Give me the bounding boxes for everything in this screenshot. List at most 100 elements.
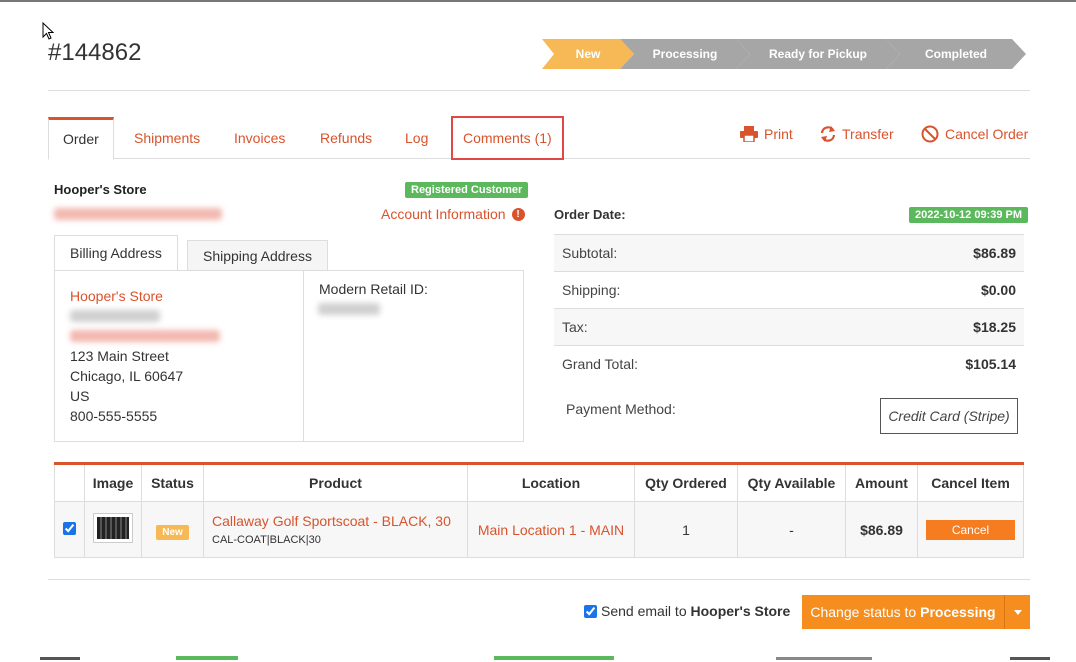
address-divider bbox=[303, 270, 304, 442]
totals-table: Subtotal: $86.89 Shipping: $0.00 Tax: $1… bbox=[554, 234, 1024, 382]
subtotal-label: Subtotal: bbox=[562, 245, 618, 261]
transfer-icon bbox=[820, 126, 836, 142]
tab-billing-address[interactable]: Billing Address bbox=[54, 235, 178, 271]
tab-log[interactable]: Log bbox=[405, 117, 428, 159]
tax-row: Tax: $18.25 bbox=[554, 308, 1024, 345]
tab-comments[interactable]: Comments (1) bbox=[451, 116, 564, 160]
grand-total-row: Grand Total: $105.14 bbox=[554, 345, 1024, 382]
payment-method-value: Credit Card (Stripe) bbox=[880, 398, 1018, 434]
order-date-label: Order Date: bbox=[554, 207, 626, 222]
order-date-badge: 2022-10-12 09:39 PM bbox=[909, 207, 1029, 223]
row-product-cell: Callaway Golf Sportscoat - BLACK, 30 CAL… bbox=[203, 501, 468, 558]
redacted-email bbox=[54, 208, 222, 220]
billing-city: Chicago, IL 60647 bbox=[70, 368, 184, 384]
payment-method-label: Payment Method: bbox=[566, 401, 676, 417]
cancel-order-label: Cancel Order bbox=[945, 126, 1029, 142]
billing-phone: 800-555-5555 bbox=[70, 408, 158, 424]
send-email-store: Hooper's Store bbox=[690, 603, 791, 619]
background-row-fragment bbox=[776, 652, 872, 662]
cursor-icon bbox=[42, 22, 54, 40]
status-step-ready-for-pickup: Ready for Pickup bbox=[736, 39, 900, 69]
table-row: New Callaway Golf Sportscoat - BLACK, 30… bbox=[54, 501, 1024, 558]
order-number: #144862 bbox=[48, 39, 142, 66]
row-select-checkbox[interactable] bbox=[63, 521, 76, 535]
background-row-fragment bbox=[40, 652, 80, 662]
send-email-checkbox[interactable] bbox=[584, 604, 597, 618]
redacted-email bbox=[70, 330, 220, 342]
status-badge: New bbox=[156, 524, 189, 540]
col-cancel-item: Cancel Item bbox=[917, 463, 1024, 502]
tab-invoices[interactable]: Invoices bbox=[234, 117, 285, 159]
cancel-order-button[interactable]: Cancel Order bbox=[921, 117, 1028, 151]
amount-cell: $86.89 bbox=[845, 501, 918, 558]
product-link[interactable]: Callaway Golf Sportscoat - BLACK, 30 bbox=[212, 513, 467, 529]
tax-label: Tax: bbox=[562, 319, 588, 335]
shipping-label: Shipping: bbox=[562, 282, 621, 298]
redacted-retail-id bbox=[318, 303, 380, 315]
status-step-completed: Completed bbox=[886, 39, 1026, 69]
col-image: Image bbox=[84, 463, 142, 502]
divider bbox=[48, 579, 1030, 580]
print-button[interactable]: Print bbox=[740, 117, 793, 151]
qty-available-cell: - bbox=[737, 501, 846, 558]
tab-order[interactable]: Order bbox=[48, 117, 114, 160]
row-status-cell: New bbox=[141, 501, 204, 558]
col-status: Status bbox=[141, 463, 204, 502]
col-location: Location bbox=[467, 463, 635, 502]
cancel-icon bbox=[921, 125, 939, 143]
print-label: Print bbox=[764, 126, 793, 142]
product-thumbnail[interactable] bbox=[93, 513, 133, 543]
send-email-option[interactable]: Send email to Hooper's Store bbox=[584, 603, 790, 619]
status-step-new: New bbox=[542, 39, 634, 69]
shipping-row: Shipping: $0.00 bbox=[554, 271, 1024, 308]
col-select bbox=[54, 463, 85, 502]
change-status-target: Processing bbox=[920, 604, 996, 620]
status-progress: New Processing Ready for Pickup Complete… bbox=[542, 39, 1026, 69]
change-status-dropdown[interactable] bbox=[1004, 595, 1030, 629]
info-icon: ! bbox=[511, 207, 525, 221]
location-link[interactable]: Main Location 1 - MAIN bbox=[478, 522, 624, 538]
col-amount: Amount bbox=[845, 463, 918, 502]
redacted-contact bbox=[70, 310, 160, 322]
change-status-button[interactable]: Change status to Processing bbox=[802, 595, 1030, 629]
row-location-cell: Main Location 1 - MAIN bbox=[467, 501, 635, 558]
background-row-fragment bbox=[1010, 652, 1050, 662]
grand-total-value: $105.14 bbox=[965, 356, 1016, 372]
caret-down-icon bbox=[1013, 609, 1022, 615]
divider bbox=[48, 90, 1030, 91]
background-row-fragment bbox=[176, 652, 238, 662]
qty-ordered-cell: 1 bbox=[634, 501, 738, 558]
cancel-item-button[interactable]: Cancel bbox=[926, 519, 1015, 540]
send-email-prefix: Send email to bbox=[601, 603, 691, 619]
order-page: #144862 New Processing Ready for Pickup … bbox=[0, 0, 1076, 660]
product-sku: CAL-COAT|BLACK|30 bbox=[212, 534, 321, 546]
account-information-link[interactable]: Account Information ! bbox=[381, 206, 525, 222]
col-product: Product bbox=[203, 463, 468, 502]
billing-name: Hooper's Store bbox=[70, 288, 163, 304]
col-qty-ordered: Qty Ordered bbox=[634, 463, 738, 502]
background-row-fragment bbox=[494, 652, 614, 662]
tab-refunds[interactable]: Refunds bbox=[320, 117, 372, 159]
billing-country: US bbox=[70, 388, 90, 404]
change-status-main[interactable]: Change status to Processing bbox=[802, 595, 1004, 629]
account-information-label: Account Information bbox=[381, 206, 506, 222]
transfer-label: Transfer bbox=[842, 126, 894, 142]
order-items-table: Image Status Product Location Qty Ordere… bbox=[54, 462, 1024, 558]
billing-street: 123 Main Street bbox=[70, 348, 169, 364]
print-icon bbox=[740, 126, 758, 142]
col-qty-available: Qty Available bbox=[737, 463, 846, 502]
row-image-cell bbox=[84, 501, 142, 558]
subtotal-value: $86.89 bbox=[973, 245, 1016, 261]
status-step-processing: Processing bbox=[620, 39, 750, 69]
change-status-prefix: Change status to bbox=[810, 604, 921, 620]
order-tabs: Order Shipments Invoices Refunds Log Com… bbox=[48, 116, 1030, 160]
shipping-value: $0.00 bbox=[980, 282, 1016, 298]
modern-retail-id-label: Modern Retail ID: bbox=[319, 281, 428, 297]
transfer-button[interactable]: Transfer bbox=[820, 117, 894, 151]
customer-store-name: Hooper's Store bbox=[54, 182, 147, 197]
tab-shipments[interactable]: Shipments bbox=[134, 117, 200, 159]
row-select-cell bbox=[54, 501, 85, 558]
tab-shipping-address[interactable]: Shipping Address bbox=[187, 240, 328, 271]
table-header-row: Image Status Product Location Qty Ordere… bbox=[54, 463, 1024, 502]
registered-customer-badge: Registered Customer bbox=[405, 182, 529, 198]
